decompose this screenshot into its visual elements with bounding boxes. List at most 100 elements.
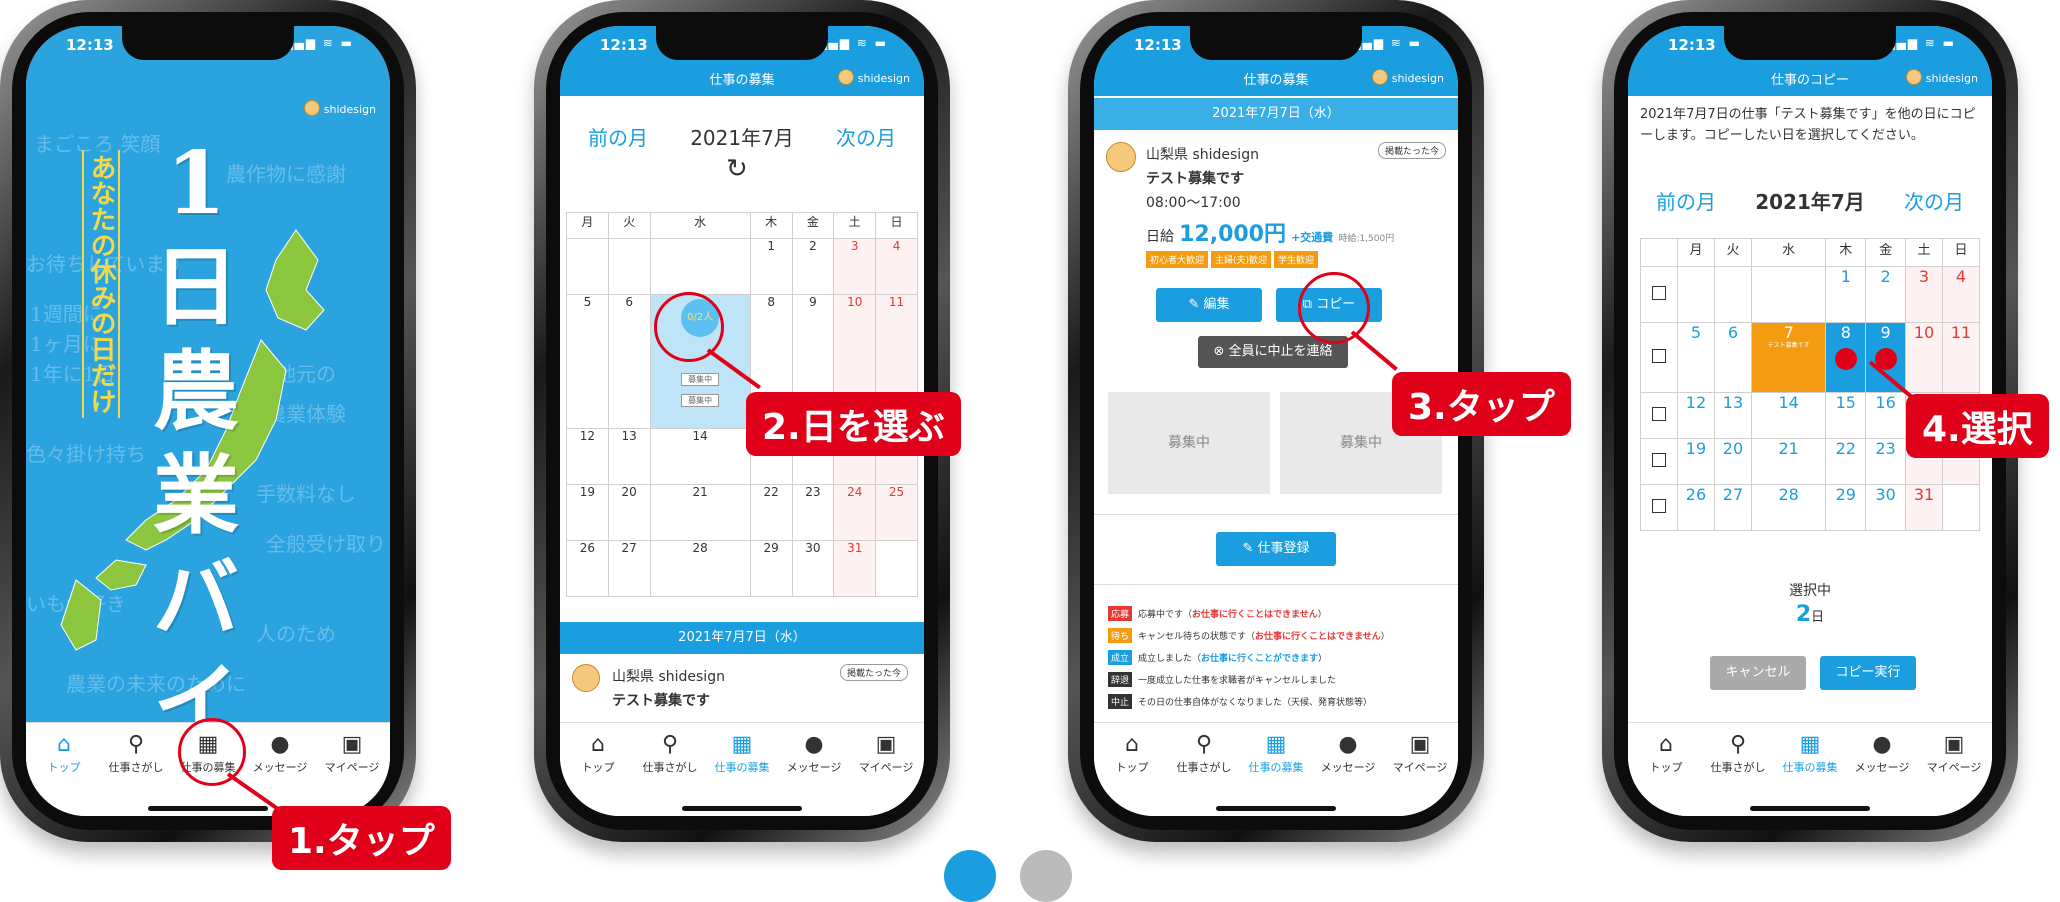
calendar-day[interactable]: 26 xyxy=(1677,484,1715,531)
prev-month-link[interactable]: 前の月 xyxy=(1656,186,1716,215)
slot-card[interactable]: 募集中 xyxy=(1108,392,1270,494)
avatar xyxy=(572,664,600,692)
calendar-day[interactable]: 25 xyxy=(875,484,918,541)
job-card[interactable]: 山梨県 shidesign 掲載たった今 テスト募集です xyxy=(572,662,912,722)
calendar-day[interactable]: 26 xyxy=(566,540,609,597)
tab-recruit[interactable]: ▦ 仕事の募集 xyxy=(706,731,778,775)
calendar-day[interactable]: 3 xyxy=(1905,266,1943,323)
calendar-day[interactable]: 6 xyxy=(1713,322,1752,393)
calendar-day[interactable]: 10 xyxy=(1905,322,1943,393)
calendar-day[interactable]: 20 xyxy=(607,484,651,541)
tab-mypage[interactable]: ▣ マイページ xyxy=(1384,731,1456,775)
tab-mypage[interactable]: ▣ マイページ xyxy=(316,731,388,775)
user-badge[interactable]: shidesign xyxy=(837,69,910,85)
calendar-day[interactable]: 2 xyxy=(791,238,835,295)
week-checkbox[interactable] xyxy=(1652,286,1666,300)
tab-message[interactable]: ● メッセージ xyxy=(244,731,316,775)
register-job-button[interactable]: ✎ 仕事登録 xyxy=(1216,532,1336,566)
calendar-day[interactable]: 4 xyxy=(1941,266,1981,323)
calendar-day[interactable]: 6 xyxy=(607,294,651,429)
tab-recruit[interactable]: ▦ 仕事の募集 xyxy=(1240,731,1312,775)
user-badge[interactable]: shidesign xyxy=(1371,69,1444,85)
week-checkbox[interactable] xyxy=(1652,453,1666,467)
search-icon: ⚲ xyxy=(1195,732,1213,757)
avatar xyxy=(1371,69,1388,85)
calendar-day[interactable]: 23 xyxy=(1865,438,1907,485)
calendar-day[interactable]: 5 xyxy=(1677,322,1715,393)
prev-month-link[interactable]: 前の月 xyxy=(588,122,648,151)
page-dot-active[interactable] xyxy=(944,850,996,902)
calendar-day[interactable]: 30 xyxy=(791,540,835,597)
calendar-day[interactable]: 19 xyxy=(1677,438,1715,485)
calendar-day[interactable]: 27 xyxy=(1713,484,1752,531)
calendar-day[interactable]: 29 xyxy=(749,540,793,597)
tab-top[interactable]: ⌂ トップ xyxy=(1096,731,1168,775)
calendar-day[interactable]: 27 xyxy=(607,540,651,597)
calendar-day[interactable]: 5 xyxy=(566,294,609,429)
tab-search[interactable]: ⚲ 仕事さがし xyxy=(634,731,706,775)
calendar-day[interactable]: 20 xyxy=(1713,438,1752,485)
calendar-day[interactable]: 24 xyxy=(833,484,877,541)
chat-icon: ● xyxy=(804,732,824,757)
calendar-day[interactable]: 29 xyxy=(1825,484,1867,531)
calendar-day[interactable]: 31 xyxy=(1905,484,1943,531)
edit-icon: ✎ xyxy=(1242,541,1258,556)
calendar-day[interactable]: 4 xyxy=(875,238,918,295)
week-checkbox[interactable] xyxy=(1652,349,1666,363)
calendar-day[interactable]: 22 xyxy=(749,484,793,541)
tab-search[interactable]: ⚲ 仕事さがし xyxy=(1702,731,1774,775)
calendar-day[interactable]: 31 xyxy=(833,540,877,597)
tab-top[interactable]: ⌂ トップ xyxy=(28,731,100,775)
calendar-day[interactable]: 12 xyxy=(566,428,609,485)
cancel-button[interactable]: キャンセル xyxy=(1710,656,1806,690)
tab-mypage[interactable]: ▣ マイページ xyxy=(1918,731,1990,775)
next-month-link[interactable]: 次の月 xyxy=(1904,186,1964,215)
execute-copy-button[interactable]: コピー実行 xyxy=(1820,656,1916,690)
tab-message[interactable]: ● メッセージ xyxy=(778,731,850,775)
week-checkbox[interactable] xyxy=(1652,499,1666,513)
calendar-day[interactable]: 22 xyxy=(1825,438,1867,485)
calendar-day[interactable]: 19 xyxy=(566,484,609,541)
posted-badge: 掲載たった今 xyxy=(1377,142,1446,159)
calendar-day[interactable]: 1 xyxy=(1825,266,1867,323)
tab-top[interactable]: ⌂ トップ xyxy=(1630,731,1702,775)
calendar-day[interactable]: 15 xyxy=(1825,392,1867,439)
home-indicator xyxy=(148,806,268,811)
calendar-day[interactable]: 14 xyxy=(649,428,751,485)
calendar-day[interactable]: 1 xyxy=(749,238,793,295)
refresh-icon[interactable]: ↻ xyxy=(726,154,748,184)
hero-title: 1日農業バイト xyxy=(153,133,239,722)
tab-recruit[interactable]: ▦ 仕事の募集 xyxy=(1774,731,1846,775)
user-badge[interactable]: shidesign xyxy=(303,100,376,116)
tab-message[interactable]: ● メッセージ xyxy=(1846,731,1918,775)
calendar-day[interactable]: 23 xyxy=(791,484,835,541)
tab-message[interactable]: ● メッセージ xyxy=(1312,731,1384,775)
calendar-day[interactable]: 30 xyxy=(1865,484,1907,531)
calendar-day[interactable]: 3 xyxy=(833,238,877,295)
tab-search[interactable]: ⚲ 仕事さがし xyxy=(100,731,172,775)
user-badge[interactable]: shidesign xyxy=(1905,69,1978,85)
calendar-day[interactable]: 12 xyxy=(1677,392,1715,439)
week-checkbox[interactable] xyxy=(1652,407,1666,421)
calendar-day[interactable]: 14 xyxy=(1750,392,1827,439)
selected-day[interactable]: 9 xyxy=(1865,322,1907,393)
calendar-day[interactable]: 21 xyxy=(1750,438,1827,485)
calendar-day[interactable]: 11 xyxy=(1941,322,1981,393)
calendar-day[interactable]: 28 xyxy=(649,540,751,597)
calendar-day[interactable]: 13 xyxy=(1713,392,1752,439)
selected-day[interactable]: 8 xyxy=(1825,322,1867,393)
edit-button[interactable]: ✎ 編集 xyxy=(1156,288,1262,322)
calendar-day[interactable]: 13 xyxy=(607,428,651,485)
calendar-icon: ▦ xyxy=(1265,732,1287,757)
posted-badge: 掲載たった今 xyxy=(839,664,908,681)
next-month-link[interactable]: 次の月 xyxy=(836,122,896,151)
calendar-day[interactable]: 16 xyxy=(1865,392,1907,439)
tab-mypage[interactable]: ▣ マイページ xyxy=(850,731,922,775)
tab-top[interactable]: ⌂ トップ xyxy=(562,731,634,775)
calendar-day[interactable]: 2 xyxy=(1865,266,1907,323)
page-dot[interactable] xyxy=(1020,850,1072,902)
calendar-day[interactable]: 21 xyxy=(649,484,751,541)
tab-search[interactable]: ⚲ 仕事さがし xyxy=(1168,731,1240,775)
cancel-circle-icon: ⊗ xyxy=(1213,344,1229,359)
calendar-day[interactable]: 28 xyxy=(1750,484,1827,531)
